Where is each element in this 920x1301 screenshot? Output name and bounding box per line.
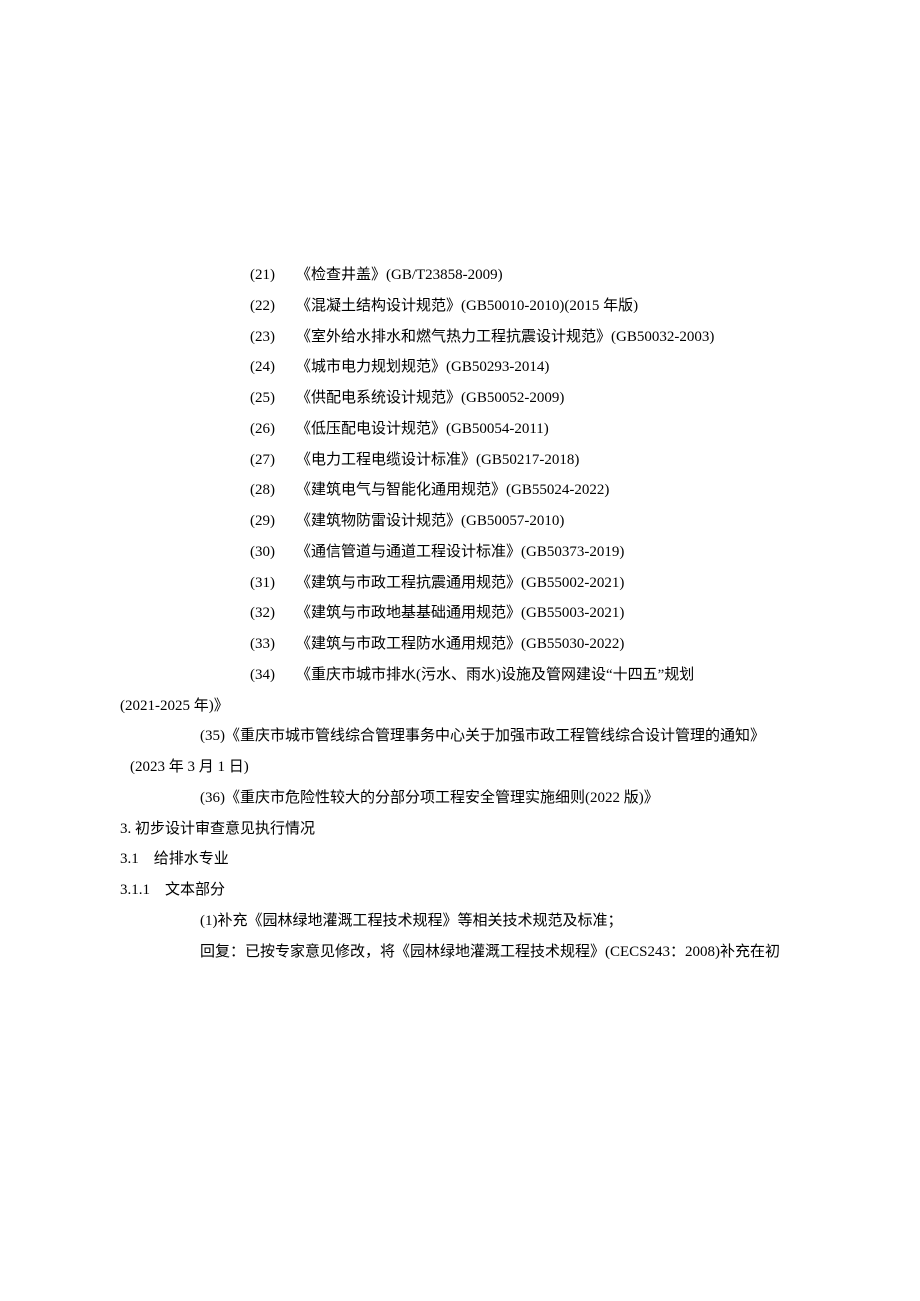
ref-text: 《通信管道与通道工程设计标准》(GB50373-2019) <box>296 537 624 568</box>
reference-item: (31) 《建筑与市政工程抗震通用规范》(GB55002-2021) <box>120 568 800 599</box>
ref-text: 《城市电力规划规范》(GB50293-2014) <box>296 352 549 383</box>
ref-number: (34) <box>250 660 296 691</box>
reply-text: 回复：已按专家意见修改，将《园林绿地灌溉工程技术规程》 <box>200 944 605 960</box>
reference-item: (26) 《低压配电设计规范》(GB50054-2011) <box>120 414 800 445</box>
ref-text: 《混凝土结构设计规范》(GB50010-2010)(2015 年版) <box>296 291 638 322</box>
reply-text-suffix: 补充在初 <box>720 944 780 960</box>
reference-item-continuation: (2021-2025 年)》 <box>120 691 800 722</box>
ref-text: 《建筑与市政工程抗震通用规范》(GB55002-2021) <box>296 568 624 599</box>
reference-item: (30) 《通信管道与通道工程设计标准》(GB50373-2019) <box>120 537 800 568</box>
ref-text: 《重庆市城市排水(污水、雨水)设施及管网建设“十四五”规划 <box>296 660 694 691</box>
ref-number: (27) <box>250 445 296 476</box>
ref-number: (26) <box>250 414 296 445</box>
reference-item: (21) 《检查井盖》(GB/T23858-2009) <box>120 260 800 291</box>
ref-text: 《建筑与市政工程防水通用规范》(GB55030-2022) <box>296 629 624 660</box>
ref-text: 《建筑电气与智能化通用规范》(GB55024-2022) <box>296 475 609 506</box>
reference-item: (32) 《建筑与市政地基基础通用规范》(GB55003-2021) <box>120 598 800 629</box>
ref-number: (21) <box>250 260 296 291</box>
document-page: (21) 《检查井盖》(GB/T23858-2009) (22) 《混凝土结构设… <box>0 0 920 1301</box>
ref-number: (23) <box>250 322 296 353</box>
ref-text: 《低压配电设计规范》(GB50054-2011) <box>296 414 549 445</box>
list-item-1: (1)补充《园林绿地灌溉工程技术规程》等相关技术规范及标准； <box>120 906 800 937</box>
reference-item: (34) 《重庆市城市排水(污水、雨水)设施及管网建设“十四五”规划 <box>120 660 800 691</box>
ref-number: (33) <box>250 629 296 660</box>
reference-item: (23) 《室外给水排水和燃气热力工程抗震设计规范》(GB50032-2003) <box>120 322 800 353</box>
reference-item-continuation: (2023 年 3 月 1 日) <box>120 752 800 783</box>
ref-text: 《建筑物防雷设计规范》(GB50057-2010) <box>296 506 564 537</box>
reference-item: (22) 《混凝土结构设计规范》(GB50010-2010)(2015 年版) <box>120 291 800 322</box>
ref-text: 《供配电系统设计规范》(GB50052-2009) <box>296 383 564 414</box>
ref-text: 《电力工程电缆设计标准》(GB50217-2018) <box>296 445 579 476</box>
section-heading-3: 3. 初步设计审查意见执行情况 <box>120 814 800 845</box>
reference-item: (29) 《建筑物防雷设计规范》(GB50057-2010) <box>120 506 800 537</box>
ref-number: (31) <box>250 568 296 599</box>
ref-number: (28) <box>250 475 296 506</box>
reference-item: (28) 《建筑电气与智能化通用规范》(GB55024-2022) <box>120 475 800 506</box>
reference-item: (24) 《城市电力规划规范》(GB50293-2014) <box>120 352 800 383</box>
ref-number: (22) <box>250 291 296 322</box>
reference-item: (35)《重庆市城市管线综合管理事务中心关于加强市政工程管线综合设计管理的通知》 <box>120 721 800 752</box>
reference-item: (27) 《电力工程电缆设计标准》(GB50217-2018) <box>120 445 800 476</box>
ref-number: (24) <box>250 352 296 383</box>
reply-paragraph: 回复：已按专家意见修改，将《园林绿地灌溉工程技术规程》(CECS243：2008… <box>120 937 800 968</box>
reference-item: (36)《重庆市危险性较大的分部分项工程安全管理实施细则(2022 版)》 <box>120 783 800 814</box>
section-heading-3-1-1: 3.1.1 文本部分 <box>120 875 800 906</box>
section-heading-3-1: 3.1 给排水专业 <box>120 844 800 875</box>
ref-text: 《建筑与市政地基基础通用规范》(GB55003-2021) <box>296 598 624 629</box>
reply-code: (CECS243：2008) <box>605 944 720 960</box>
ref-number: (25) <box>250 383 296 414</box>
ref-number: (32) <box>250 598 296 629</box>
ref-number: (30) <box>250 537 296 568</box>
ref-text: 《检查井盖》(GB/T23858-2009) <box>296 260 503 291</box>
ref-number: (29) <box>250 506 296 537</box>
reference-item: (25) 《供配电系统设计规范》(GB50052-2009) <box>120 383 800 414</box>
ref-text: 《室外给水排水和燃气热力工程抗震设计规范》(GB50032-2003) <box>296 322 714 353</box>
reference-item: (33) 《建筑与市政工程防水通用规范》(GB55030-2022) <box>120 629 800 660</box>
